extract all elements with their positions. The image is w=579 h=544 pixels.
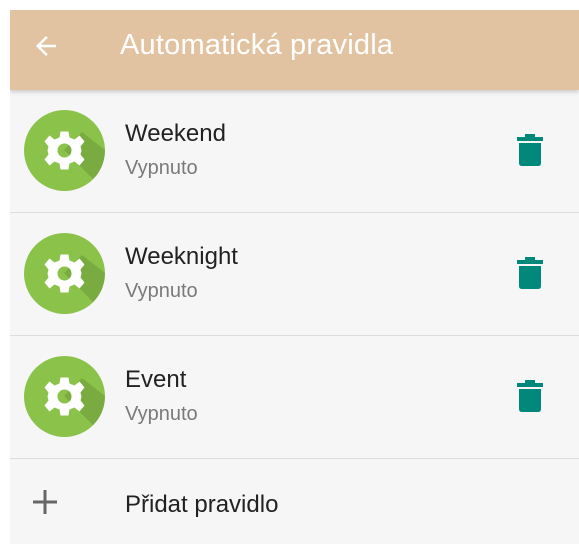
rule-avatar bbox=[24, 110, 105, 191]
rule-status: Vypnuto bbox=[125, 403, 198, 425]
plus-icon bbox=[33, 490, 57, 514]
gear-icon bbox=[44, 254, 105, 314]
gear-icon bbox=[44, 377, 105, 437]
gear-icon bbox=[44, 131, 105, 191]
page-title: Automatická pravidla bbox=[120, 29, 394, 61]
rules-list: Weekend Vypnuto Weeknight Vypnuto Event … bbox=[10, 90, 579, 544]
trash-icon bbox=[517, 380, 543, 412]
rule-avatar bbox=[24, 356, 105, 437]
rule-avatar bbox=[24, 233, 105, 314]
rule-name: Weeknight bbox=[125, 243, 238, 270]
delete-rule-button[interactable] bbox=[510, 253, 550, 293]
rule-status: Vypnuto bbox=[125, 157, 198, 179]
add-rule-button[interactable]: Přidat pravidlo bbox=[10, 459, 579, 544]
trash-icon bbox=[517, 257, 543, 289]
back-button[interactable] bbox=[26, 26, 66, 66]
rule-name: Event bbox=[125, 366, 187, 393]
rule-status: Vypnuto bbox=[125, 280, 198, 302]
rule-item-weeknight[interactable]: Weeknight Vypnuto bbox=[10, 213, 579, 336]
delete-rule-button[interactable] bbox=[510, 130, 550, 170]
add-rule-label: Přidat pravidlo bbox=[125, 491, 279, 518]
rule-item-event[interactable]: Event Vypnuto bbox=[10, 336, 579, 459]
trash-icon bbox=[517, 134, 543, 166]
screen: Automatická pravidla Weekend Vypnuto Wee… bbox=[10, 10, 579, 544]
app-bar: Automatická pravidla bbox=[10, 10, 579, 90]
rule-name: Weekend bbox=[125, 120, 226, 147]
arrow-back-icon bbox=[36, 36, 56, 56]
rule-item-weekend[interactable]: Weekend Vypnuto bbox=[10, 90, 579, 213]
delete-rule-button[interactable] bbox=[510, 376, 550, 416]
